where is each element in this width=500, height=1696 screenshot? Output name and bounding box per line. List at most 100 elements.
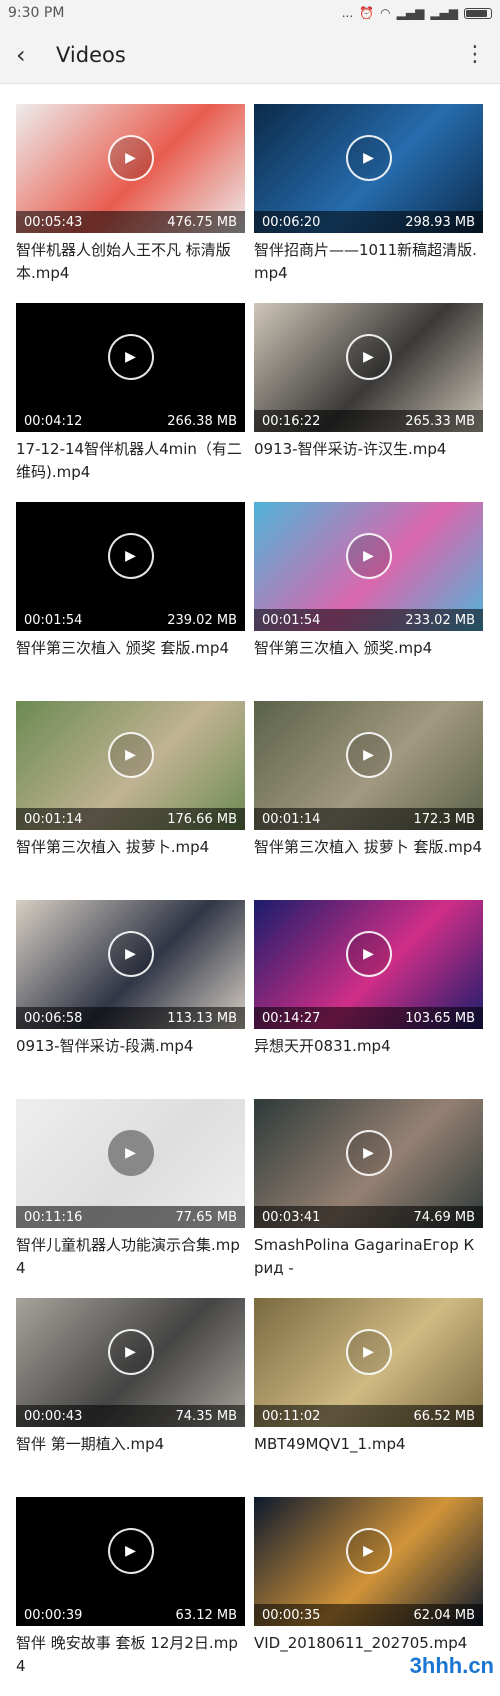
video-meta-bar: 00:01:14 176.66 MB [16,808,245,830]
video-filename: 智伴第三次植入 拔萝卜 套版.mp4 [254,838,482,856]
video-thumbnail[interactable]: ▶ 00:00:35 62.04 MB [254,1497,483,1626]
video-meta-bar: 00:16:22 265.33 MB [254,410,483,432]
play-icon[interactable]: ▶ [345,1329,392,1376]
video-meta-bar: 00:11:16 77.65 MB [16,1206,245,1228]
video-duration: 00:06:58 [24,1010,83,1026]
video-size: 113.13 MB [167,1010,237,1026]
video-meta-bar: 00:06:58 113.13 MB [16,1007,245,1029]
video-item[interactable]: ▶ 00:01:54 233.02 MB 智伴第三次植入 颁奖.mp4 [254,502,483,701]
video-size: 62.04 MB [413,1607,475,1623]
battery-icon [464,7,492,19]
video-filename: 智伴第三次植入 颁奖.mp4 [254,639,433,657]
video-size: 476.75 MB [167,214,237,230]
back-arrow-icon[interactable]: ‹ [16,41,52,69]
video-filename: 智伴儿童机器人功能演示合集.mp4 [16,1236,240,1277]
video-thumbnail[interactable]: ▶ 00:00:43 74.35 MB [16,1298,245,1427]
video-item[interactable]: ▶ 00:11:16 77.65 MB 智伴儿童机器人功能演示合集.mp4 [16,1099,245,1298]
video-meta-bar: 00:00:43 74.35 MB [16,1405,245,1427]
play-icon[interactable]: ▶ [107,1329,154,1376]
video-filename: 智伴 第一期植入.mp4 [16,1435,165,1453]
video-item[interactable]: ▶ 00:06:58 113.13 MB 0913-智伴采访-段满.mp4 [16,900,245,1099]
play-icon[interactable]: ▶ [107,533,154,580]
video-size: 74.69 MB [413,1209,475,1225]
video-thumbnail[interactable]: ▶ 00:00:39 63.12 MB [16,1497,245,1626]
video-filename: 智伴第三次植入 颁奖 套版.mp4 [16,639,229,657]
video-meta-bar: 00:03:41 74.69 MB [254,1206,483,1228]
video-duration: 00:05:43 [24,214,83,230]
video-filename: 智伴机器人创始人王不凡 标清版本.mp4 [16,241,231,282]
play-icon[interactable]: ▶ [345,135,392,182]
play-icon[interactable]: ▶ [345,931,392,978]
play-icon[interactable]: ▶ [345,334,392,381]
app-bar: ‹ Videos ⋮ [0,26,500,84]
video-item[interactable]: ▶ 00:16:22 265.33 MB 0913-智伴采访-许汉生.mp4 [254,303,483,502]
video-thumbnail[interactable]: ▶ 00:01:14 176.66 MB [16,701,245,830]
video-filename: 17-12-14智伴机器人4min（有二维码).mp4 [16,440,242,481]
video-item[interactable]: ▶ 00:05:43 476.75 MB 智伴机器人创始人王不凡 标清版本.mp4 [16,104,245,303]
play-icon[interactable]: ▶ [345,1528,392,1575]
video-item[interactable]: ▶ 00:00:39 63.12 MB 智伴 晚安故事 套板 12月2日.mp4 [16,1497,245,1696]
play-icon[interactable]: ▶ [107,135,154,182]
video-filename: 0913-智伴采访-段满.mp4 [16,1037,194,1055]
video-duration: 00:01:14 [262,811,321,827]
play-icon[interactable]: ▶ [107,931,154,978]
signal-icon-2: ▂▄▆ [430,6,458,20]
video-item[interactable]: ▶ 00:01:14 176.66 MB 智伴第三次植入 拔萝卜.mp4 [16,701,245,900]
video-thumbnail[interactable]: ▶ 00:14:27 103.65 MB [254,900,483,1029]
video-item[interactable]: ▶ 00:01:54 239.02 MB 智伴第三次植入 颁奖 套版.mp4 [16,502,245,701]
play-icon[interactable]: ▶ [345,533,392,580]
video-thumbnail[interactable]: ▶ 00:06:58 113.13 MB [16,900,245,1029]
video-meta-bar: 00:00:39 63.12 MB [16,1604,245,1626]
video-thumbnail[interactable]: ▶ 00:01:14 172.3 MB [254,701,483,830]
video-duration: 00:16:22 [262,413,321,429]
video-size: 66.52 MB [413,1408,475,1424]
video-meta-bar: 00:01:54 233.02 MB [254,609,483,631]
video-duration: 00:04:12 [24,413,83,429]
page-title: Videos [56,42,126,67]
video-thumbnail[interactable]: ▶ 00:01:54 239.02 MB [16,502,245,631]
video-item[interactable]: ▶ 00:03:41 74.69 MB SmashPolina GagarinaЕго… [254,1099,483,1298]
video-item[interactable]: ▶ 00:11:02 66.52 MB MBT49MQV1_1.mp4 [254,1298,483,1497]
status-bar: 9:30 PM ... ⏰ ◠ ▂▄▆ ▂▄▆ [0,0,500,26]
video-grid: ▶ 00:05:43 476.75 MB 智伴机器人创始人王不凡 标清版本.mp4 ▶ 0… [16,104,484,1696]
video-size: 298.93 MB [405,214,475,230]
video-thumbnail[interactable]: ▶ 00:05:43 476.75 MB [16,104,245,233]
video-item[interactable]: ▶ 00:04:12 266.38 MB 17-12-14智伴机器人4min（有二维码… [16,303,245,502]
video-thumbnail[interactable]: ▶ 00:11:16 77.65 MB [16,1099,245,1228]
video-thumbnail[interactable]: ▶ 00:04:12 266.38 MB [16,303,245,432]
more-notifications-icon: ... [341,6,354,20]
video-filename: SmashPolina GagarinaЕгор Крид - [254,1236,475,1277]
play-icon[interactable]: ▶ [107,1130,154,1177]
play-icon[interactable]: ▶ [107,334,154,381]
play-icon[interactable]: ▶ [345,1130,392,1177]
video-duration: 00:00:35 [262,1607,321,1623]
video-filename: 智伴招商片——1011新稿超清版.mp4 [254,241,477,282]
video-item[interactable]: ▶ 00:01:14 172.3 MB 智伴第三次植入 拔萝卜 套版.mp4 [254,701,483,900]
video-meta-bar: 00:04:12 266.38 MB [16,410,245,432]
video-thumbnail[interactable]: ▶ 00:16:22 265.33 MB [254,303,483,432]
video-filename: 0913-智伴采访-许汉生.mp4 [254,440,447,458]
video-filename: MBT49MQV1_1.mp4 [254,1435,406,1453]
video-meta-bar: 00:06:20 298.93 MB [254,211,483,233]
video-thumbnail[interactable]: ▶ 00:11:02 66.52 MB [254,1298,483,1427]
video-size: 63.12 MB [175,1607,237,1623]
video-meta-bar: 00:14:27 103.65 MB [254,1007,483,1029]
video-duration: 00:11:02 [262,1408,321,1424]
video-meta-bar: 00:00:35 62.04 MB [254,1604,483,1626]
video-item[interactable]: ▶ 00:00:43 74.35 MB 智伴 第一期植入.mp4 [16,1298,245,1497]
play-icon[interactable]: ▶ [107,732,154,779]
video-thumbnail[interactable]: ▶ 00:03:41 74.69 MB [254,1099,483,1228]
video-duration: 00:03:41 [262,1209,321,1225]
video-size: 74.35 MB [175,1408,237,1424]
video-filename: 智伴第三次植入 拔萝卜.mp4 [16,838,210,856]
video-thumbnail[interactable]: ▶ 00:06:20 298.93 MB [254,104,483,233]
play-icon[interactable]: ▶ [345,732,392,779]
video-item[interactable]: ▶ 00:14:27 103.65 MB 异想天开0831.mp4 [254,900,483,1099]
video-size: 172.3 MB [413,811,475,827]
video-item[interactable]: ▶ 00:06:20 298.93 MB 智伴招商片——1011新稿超清版.mp4 [254,104,483,303]
video-thumbnail[interactable]: ▶ 00:01:54 233.02 MB [254,502,483,631]
wifi-icon: ◠ [380,6,391,20]
play-icon[interactable]: ▶ [107,1528,154,1575]
video-meta-bar: 00:01:14 172.3 MB [254,808,483,830]
more-vert-icon[interactable]: ⋮ [464,42,486,67]
